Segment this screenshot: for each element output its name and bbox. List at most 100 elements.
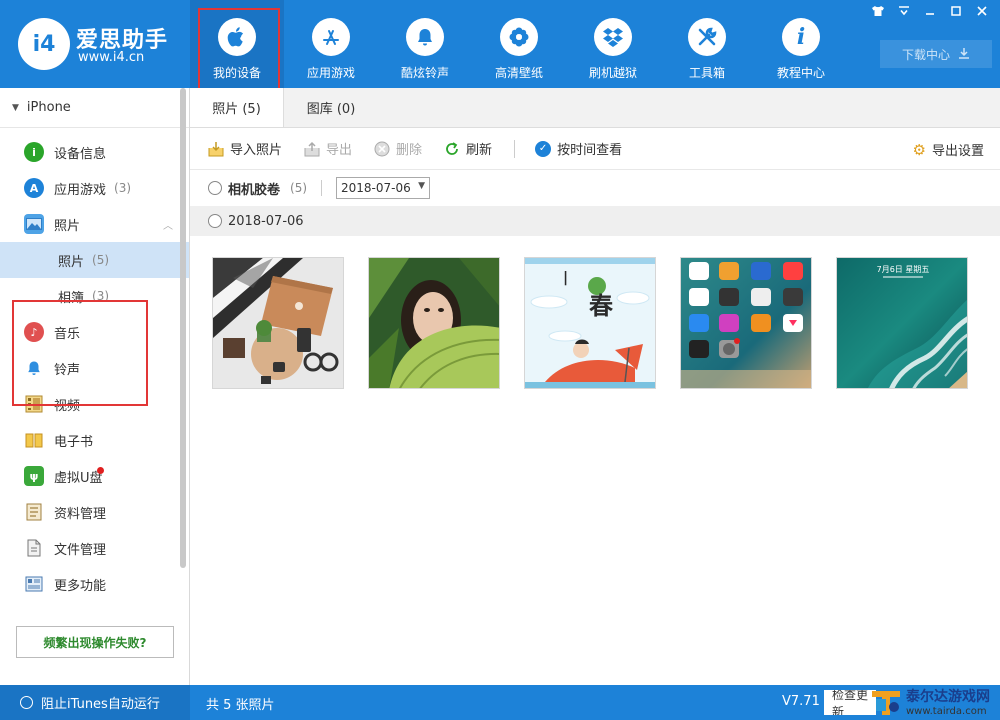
spring-char: 春 xyxy=(589,292,613,320)
photo-thumbnail[interactable]: 7月6日 星期五 xyxy=(836,257,968,389)
nav-my-device[interactable]: 我的设备 xyxy=(190,0,284,94)
sidebar-item-video[interactable]: 视频 xyxy=(0,386,189,422)
export-icon xyxy=(304,141,320,157)
block-itunes-label: 阻止iTunes自动运行 xyxy=(41,697,160,712)
lockscreen-date: 7月6日 星期五 xyxy=(877,265,930,274)
checkmark-icon: ✓ xyxy=(535,140,552,157)
nav-tutorials[interactable]: i 教程中心 xyxy=(754,0,848,88)
date-group-radio[interactable] xyxy=(208,214,222,228)
notification-dot xyxy=(97,467,104,474)
photo-thumbnail[interactable]: | 春 xyxy=(524,257,656,389)
info-icon: i xyxy=(24,142,44,162)
sidebar-item-device-info[interactable]: i 设备信息 xyxy=(0,134,189,170)
export-settings-label: 导出设置 xyxy=(931,144,984,159)
sidebar-item-label: 视频 xyxy=(54,398,81,414)
frequent-failure-help-button[interactable]: 频繁出现操作失败? xyxy=(16,626,174,658)
photo-count-status: 共 5 张照片 xyxy=(206,698,275,713)
girl-with-leaf-image xyxy=(369,258,499,388)
export-label: 导出 xyxy=(326,143,353,158)
date-group-header: 2018-07-06 xyxy=(190,206,1000,236)
watermark-logo-icon xyxy=(870,685,902,717)
date-select[interactable]: 2018-07-06 ▼ xyxy=(336,177,431,199)
laptop-flatlay-image xyxy=(213,258,343,388)
sidebar-item-label: 相簿 xyxy=(58,290,85,306)
usb-icon: ψ xyxy=(24,466,44,486)
sidebar-item-label: 照片 xyxy=(58,254,85,270)
import-photos-button[interactable]: 导入照片 xyxy=(208,139,282,158)
toolbar-divider xyxy=(514,139,516,158)
video-icon xyxy=(24,394,44,414)
delete-button[interactable]: 删除 xyxy=(374,139,422,158)
sidebar-item-ebooks[interactable]: 电子书 xyxy=(0,422,189,458)
bell-icon xyxy=(406,18,444,56)
radio-circle-icon xyxy=(20,696,33,709)
sidebar-item-virtual-udisk[interactable]: ψ 虚拟U盘 xyxy=(0,458,189,494)
apple-icon xyxy=(218,18,256,56)
status-bar: 阻止iTunes自动运行 共 5 张照片 V7.71 检查更新 xyxy=(0,685,1000,720)
camera-roll-label: 相机胶卷 xyxy=(228,182,281,198)
tab-photos[interactable]: 照片 (5) xyxy=(190,88,284,127)
photo-thumbnail[interactable] xyxy=(680,257,812,389)
nav-flash-jailbreak[interactable]: 刷机越狱 xyxy=(566,0,660,88)
file-icon xyxy=(24,538,44,558)
skin-icon[interactable] xyxy=(868,2,888,20)
tab-gallery[interactable]: 图库 (0) xyxy=(284,88,378,127)
sidebar-item-count: (3) xyxy=(114,181,132,195)
app-store-icon xyxy=(312,18,350,56)
sidebar-item-more-features[interactable]: 更多功能 xyxy=(0,566,189,602)
ocean-lockscreen-image: 7月6日 星期五 xyxy=(837,258,967,388)
sidebar-list: i 设备信息 A 应用游戏 (3) 照片 ︿ 照片 (5) 相簿 (3) ♪ 音… xyxy=(0,128,189,602)
maximize-icon[interactable] xyxy=(946,2,966,20)
import-label: 导入照片 xyxy=(230,143,283,158)
nav-toolbox[interactable]: 工具箱 xyxy=(660,0,754,88)
nav-wallpapers[interactable]: 高清壁纸 xyxy=(472,0,566,88)
nav-ringtones[interactable]: 酷炫铃声 xyxy=(378,0,472,88)
app-store-icon: A xyxy=(24,178,44,198)
device-selector[interactable]: ▼ iPhone xyxy=(0,88,189,128)
nav-label: 酷炫铃声 xyxy=(400,66,449,80)
photo-thumbnail[interactable] xyxy=(212,257,344,389)
download-center-button[interactable]: 下载中心 xyxy=(880,40,992,68)
photo-icon xyxy=(24,214,44,234)
device-name: iPhone xyxy=(26,100,71,115)
sidebar-item-label: 电子书 xyxy=(54,434,94,450)
i4-logo-icon: i4 xyxy=(18,18,70,70)
check-update-button[interactable]: 检查更新 xyxy=(824,690,876,715)
minimize-icon[interactable] xyxy=(920,2,940,20)
camera-roll-radio[interactable] xyxy=(208,181,222,195)
sidebar-item-photos[interactable]: 照片 ︿ xyxy=(0,206,189,242)
app-logo: i4 爱思助手 www.i4.cn xyxy=(18,18,178,70)
sidebar-item-ringtones[interactable]: 铃声 xyxy=(0,350,189,386)
sidebar-item-photos-sub[interactable]: 照片 (5) xyxy=(0,242,189,278)
chevron-up-icon[interactable]: ︿ xyxy=(163,217,173,232)
export-button[interactable]: 导出 xyxy=(304,139,352,158)
sidebar-item-albums[interactable]: 相簿 (3) xyxy=(0,278,189,314)
close-icon[interactable] xyxy=(972,2,992,20)
sidebar-item-apps-games[interactable]: A 应用游戏 (3) xyxy=(0,170,189,206)
export-settings-button[interactable]: ⚙ 导出设置 xyxy=(913,140,984,160)
sidebar-item-file-management[interactable]: 文件管理 xyxy=(0,530,189,566)
info-icon: i xyxy=(782,18,820,56)
filter-divider xyxy=(321,180,323,196)
menu-icon[interactable] xyxy=(894,2,914,20)
delete-icon xyxy=(374,141,390,157)
watermark-url: www.tairda.com xyxy=(906,705,987,717)
sidebar-item-label: 更多功能 xyxy=(54,578,107,594)
more-icon xyxy=(24,574,44,594)
nav-label: 应用游戏 xyxy=(306,66,355,80)
refresh-button[interactable]: 刷新 xyxy=(444,139,492,158)
sidebar-scrollbar[interactable] xyxy=(180,88,186,568)
download-center-label: 下载中心 xyxy=(901,47,950,62)
sidebar-item-count: (3) xyxy=(92,289,110,303)
sidebar-item-music[interactable]: ♪ 音乐 xyxy=(0,314,189,350)
photo-thumbnail[interactable] xyxy=(368,257,500,389)
view-by-time-toggle[interactable]: ✓ 按时间查看 xyxy=(535,139,622,158)
sidebar-item-label: 照片 xyxy=(54,218,81,234)
refresh-label: 刷新 xyxy=(466,143,493,158)
sidebar-item-count: (5) xyxy=(92,253,110,267)
main-panel: 照片 (5) 图库 (0) 导入照片 导出 删除 刷新 ✓ 按时间查看 ⚙ 导出… xyxy=(190,88,1000,685)
sidebar-item-data-management[interactable]: 资料管理 xyxy=(0,494,189,530)
app-url: www.i4.cn xyxy=(78,50,145,65)
block-itunes-toggle[interactable]: 阻止iTunes自动运行 xyxy=(0,685,190,720)
nav-apps-games[interactable]: 应用游戏 xyxy=(284,0,378,88)
